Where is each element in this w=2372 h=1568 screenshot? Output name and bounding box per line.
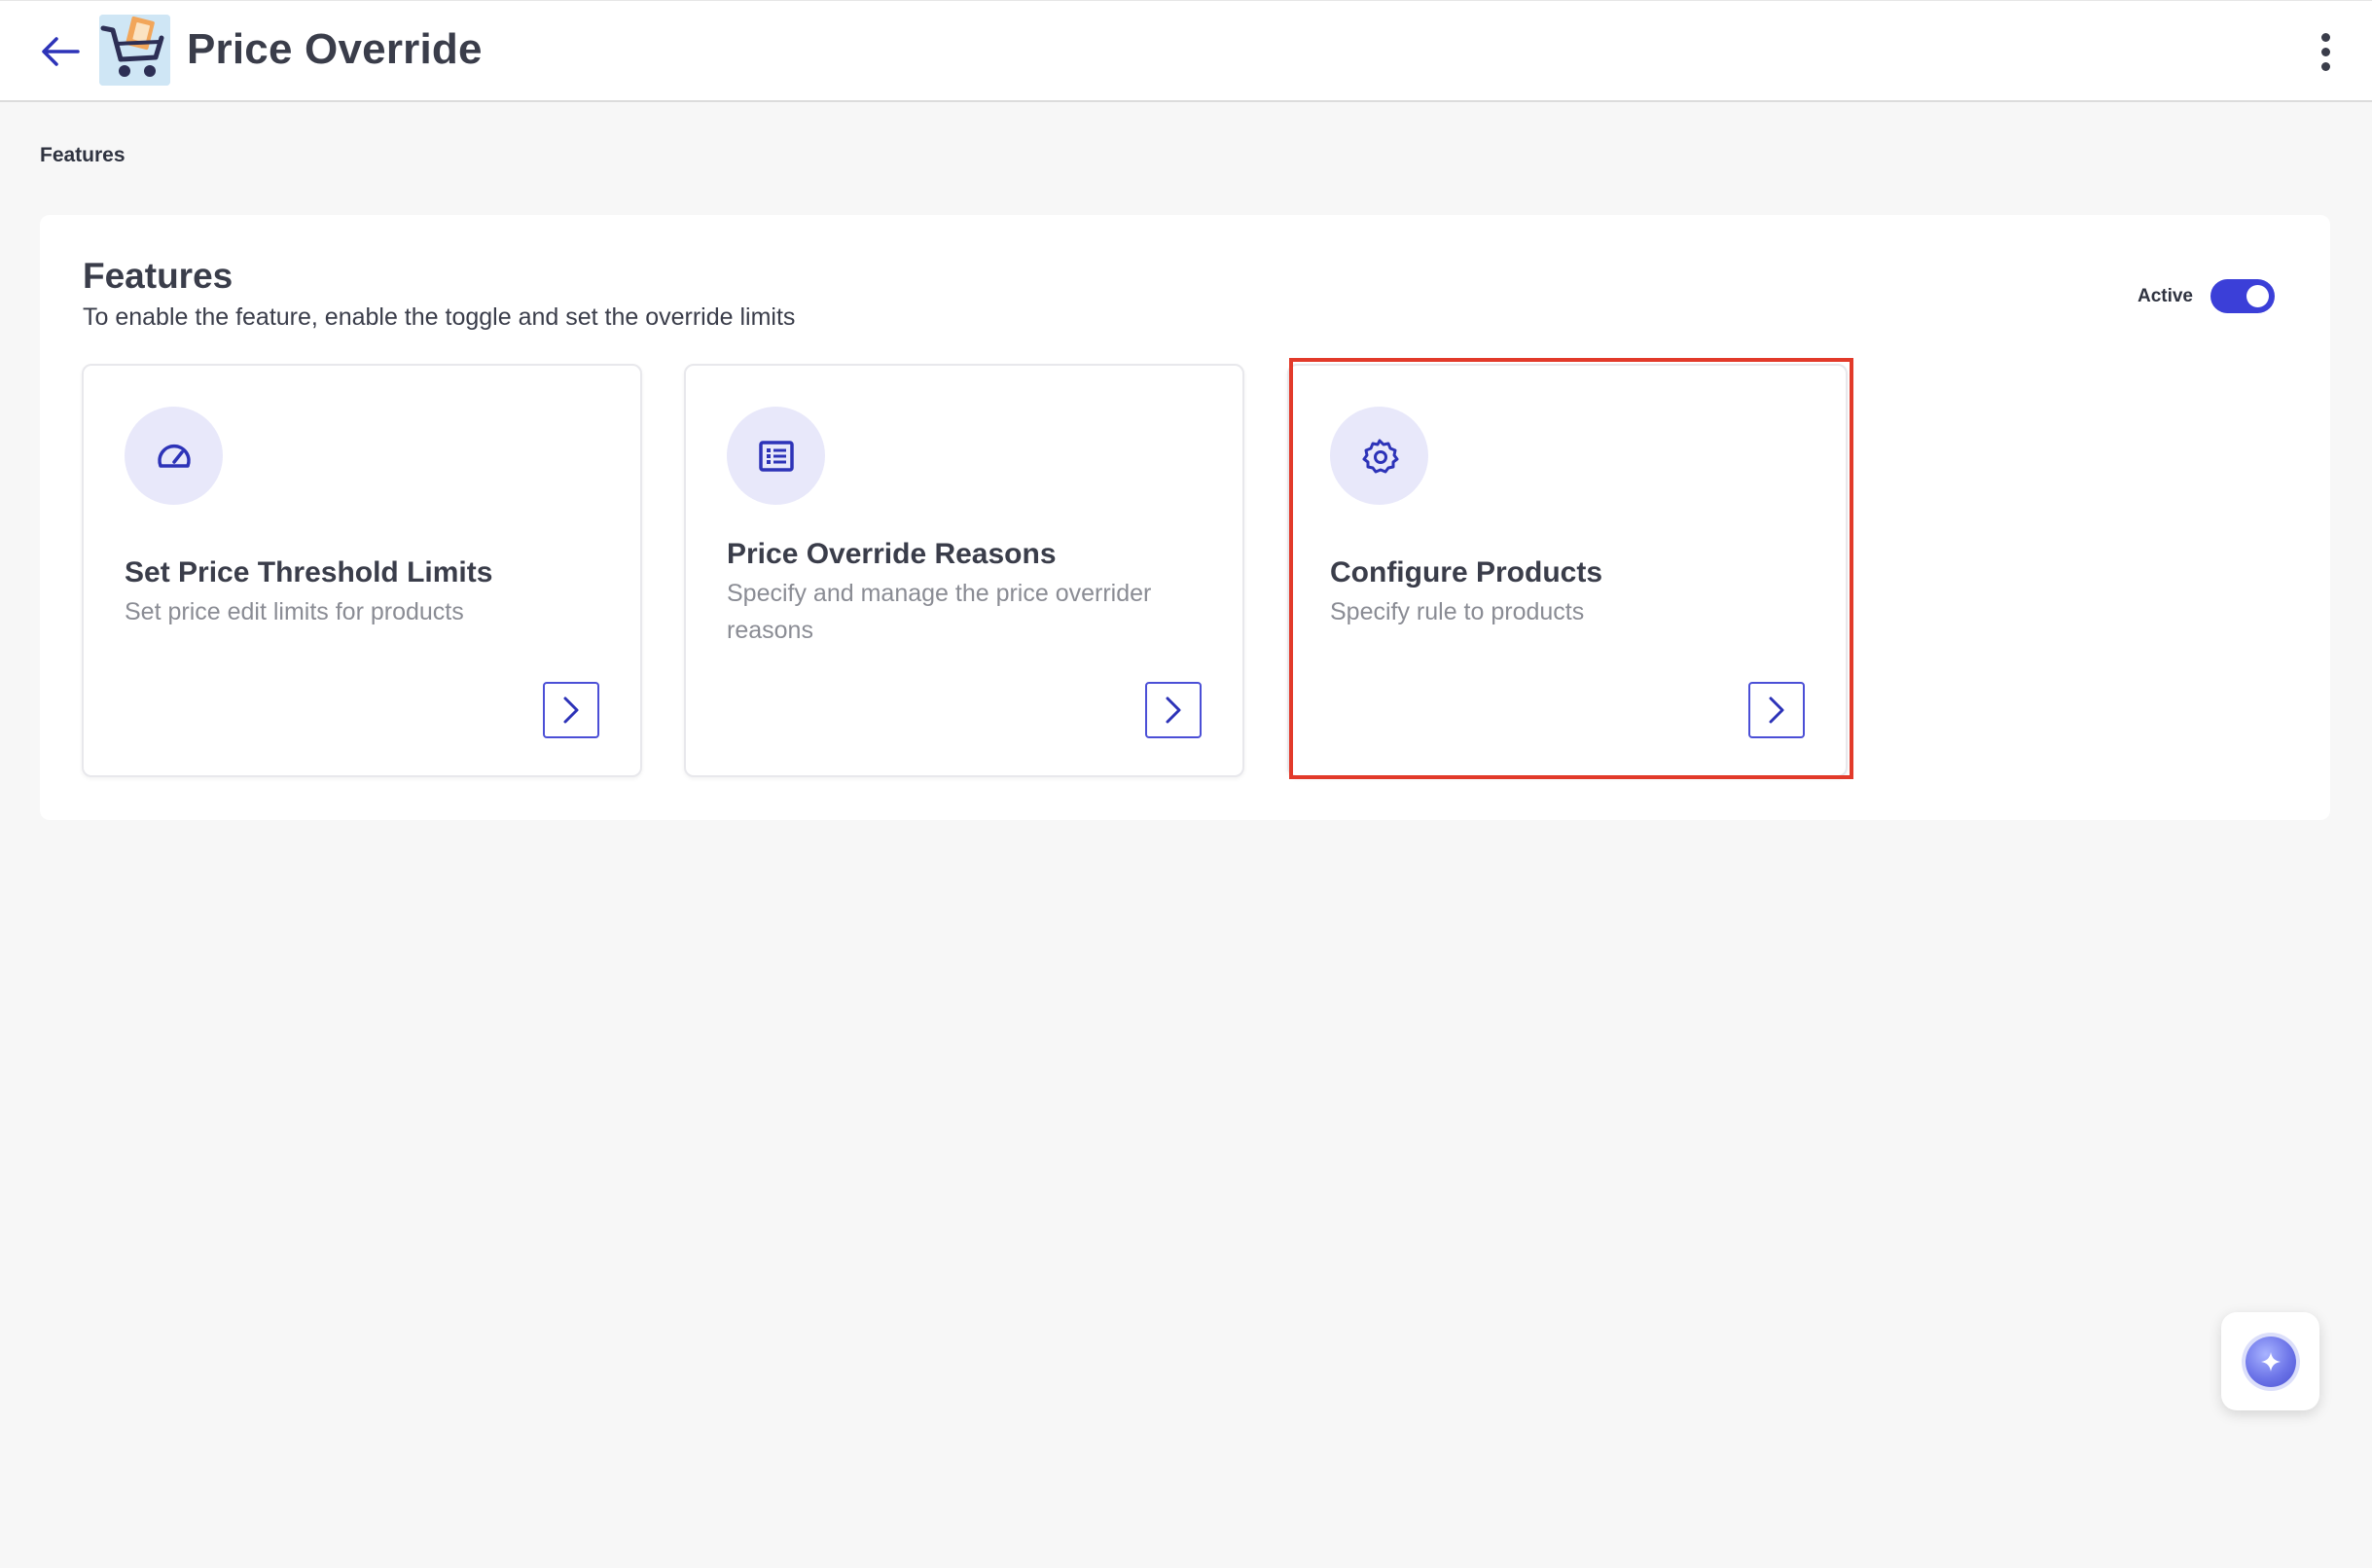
back-button[interactable]	[35, 30, 86, 73]
breadcrumb[interactable]: Features	[40, 144, 126, 167]
feature-card-override-reasons[interactable]: Price Override Reasons Specify and manag…	[684, 364, 1244, 777]
sparkle-icon	[2260, 1351, 2281, 1372]
page-title: Price Override	[187, 25, 483, 73]
card-description: Specify rule to products	[1330, 598, 1585, 625]
more-options-button[interactable]	[2302, 26, 2349, 77]
status-label: Active	[2137, 285, 2193, 306]
toggle-knob	[2246, 285, 2269, 307]
more-vertical-icon	[2320, 32, 2330, 42]
panel-title: Features	[83, 256, 234, 296]
features-panel: Features To enable the feature, enable t…	[40, 215, 2330, 820]
gear-icon	[1362, 439, 1398, 473]
card-icon-wrap	[727, 407, 825, 505]
status-toggle-group: Active	[2138, 279, 2275, 313]
card-title: Configure Products	[1330, 556, 1603, 588]
assistant-orb	[2245, 1336, 2296, 1387]
app-logo	[99, 15, 170, 86]
more-vertical-icon-dot	[2320, 61, 2330, 71]
open-card-button[interactable]	[1145, 682, 1202, 738]
open-card-button[interactable]	[543, 682, 599, 738]
card-icon-wrap	[1330, 407, 1428, 505]
top-app-bar: Price Override	[0, 0, 2372, 102]
open-card-button[interactable]	[1748, 682, 1805, 738]
card-description: Specify and manage the price overrider r…	[727, 580, 1152, 644]
chevron-right-icon	[563, 696, 579, 724]
card-description: Set price edit limits for products	[125, 598, 464, 625]
active-toggle[interactable]	[2210, 279, 2275, 313]
feature-card-configure-products[interactable]: Configure Products Specify rule to produ…	[1287, 364, 1848, 777]
card-icon-wrap	[125, 407, 223, 505]
more-vertical-icon-dot	[2320, 47, 2330, 56]
speedometer-icon	[157, 444, 191, 468]
chevron-right-icon	[1166, 696, 1181, 724]
list-icon	[758, 440, 794, 472]
shopping-cart-logo-icon	[99, 15, 170, 86]
chevron-right-icon	[1769, 696, 1784, 724]
card-title: Set Price Threshold Limits	[125, 556, 493, 588]
assistant-button[interactable]	[2221, 1312, 2319, 1410]
card-title: Price Override Reasons	[727, 538, 1057, 570]
feature-card-price-threshold[interactable]: Set Price Threshold Limits Set price edi…	[82, 364, 642, 777]
panel-subtitle: To enable the feature, enable the toggle…	[83, 303, 796, 331]
arrow-left-icon	[42, 37, 80, 66]
